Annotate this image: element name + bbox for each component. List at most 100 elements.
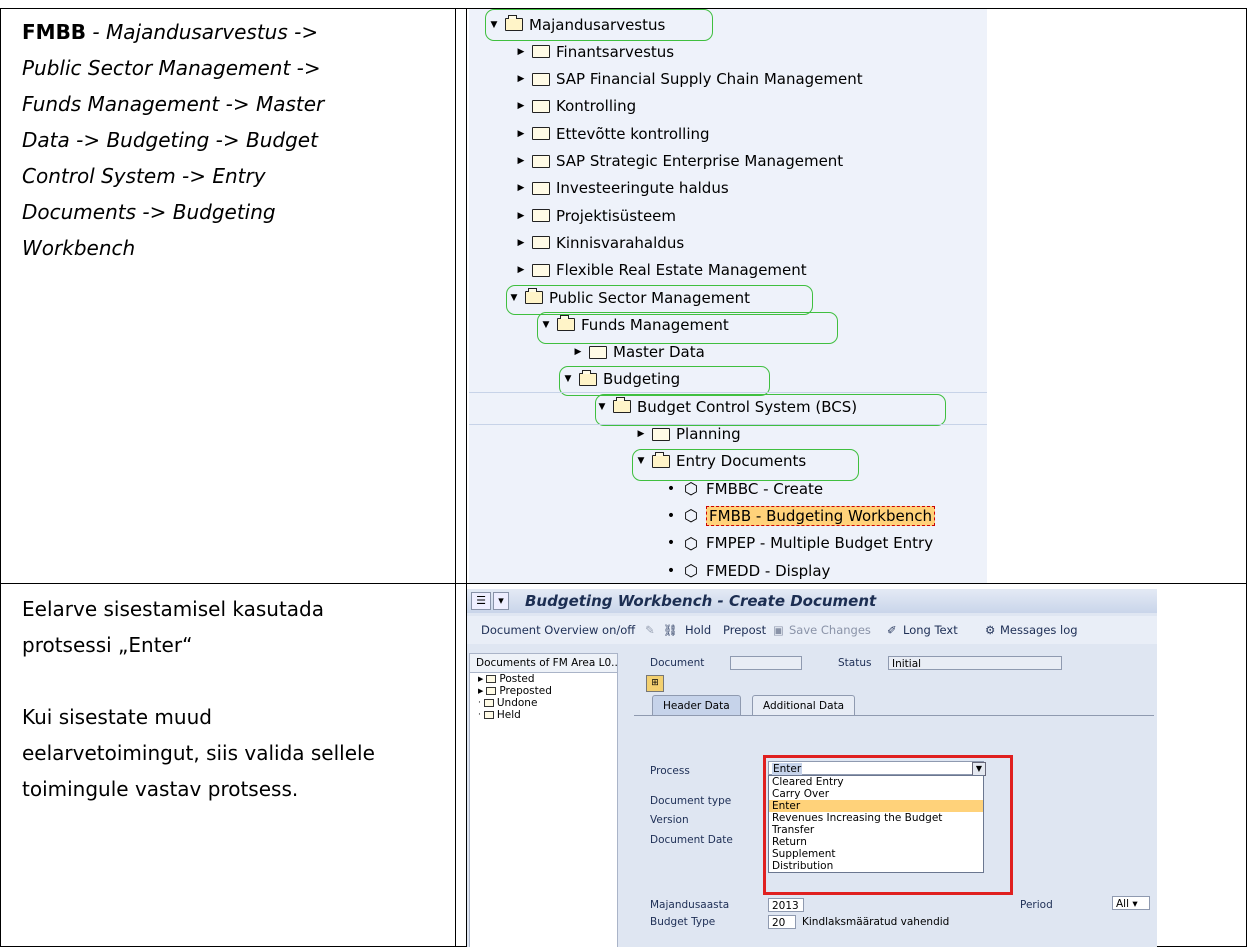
tree-item-held[interactable]: · Held <box>470 709 617 721</box>
collapsed-triangle-icon[interactable]: ▶ <box>571 347 585 357</box>
tree-item-label: Flexible Real Estate Management <box>556 261 807 280</box>
folder-icon <box>532 154 550 168</box>
bullet-icon[interactable]: • <box>664 563 678 579</box>
tab-header-data[interactable]: Header Data <box>652 695 741 716</box>
tree-item-label: Ettevõtte kontrolling <box>556 124 710 143</box>
tree-item-label: FMEDD - Display <box>706 561 831 580</box>
document-overview-button[interactable]: Document Overview on/off <box>481 623 635 637</box>
long-text-button[interactable]: Long Text <box>903 623 958 637</box>
tree-separator <box>469 392 987 393</box>
folder-icon <box>532 99 550 113</box>
folder-icon <box>532 181 550 195</box>
document-type-label: Document type <box>650 795 732 807</box>
path-line-3: Funds Management -> Master <box>22 92 325 116</box>
screen-title: Budgeting Workbench - Create Document <box>525 592 877 610</box>
period-label: Period <box>1020 899 1053 911</box>
collapsed-triangle-icon[interactable]: ▶ <box>514 101 528 111</box>
tree-item[interactable]: ▶ Kinnisvarahaldus <box>514 229 685 256</box>
bullet-icon[interactable]: • <box>664 535 678 551</box>
hold-button[interactable]: Hold <box>685 623 711 637</box>
bullet-icon[interactable]: • <box>664 481 678 497</box>
transaction-code: FMBB <box>22 20 87 44</box>
folder-icon <box>589 345 607 359</box>
folder-icon <box>532 263 550 277</box>
period-value: All <box>1116 898 1130 910</box>
collapsed-triangle-icon[interactable]: ▶ <box>514 129 528 139</box>
tree-item[interactable]: ▶ Finantsarvestus <box>514 38 675 65</box>
folder-icon <box>532 45 550 59</box>
tree-item[interactable]: • ⬡ FMEDD - Display <box>664 557 831 583</box>
tree-item-label: Preposted <box>499 685 552 697</box>
tree-item[interactable]: ▶ Ettevõtte kontrolling <box>514 120 710 147</box>
tree-item[interactable]: ▶ Flexible Real Estate Management <box>514 257 807 284</box>
tree-item-label: SAP Strategic Enterprise Management <box>556 152 844 170</box>
path-line-7: Workbench <box>22 236 136 260</box>
messages-log-icon[interactable]: ⚙ <box>985 623 995 637</box>
collapsed-triangle-icon[interactable]: ▶ <box>514 156 528 166</box>
tree-item[interactable]: • ⬡ FMBB - Budgeting Workbench <box>664 502 936 529</box>
long-text-icon[interactable]: ✐ <box>887 623 897 637</box>
folder-icon <box>652 427 670 441</box>
sap-menu-tree: ▼ Majandusarvestus ▶ Finantsarvestus ▶ SAP Fi… <box>469 9 987 583</box>
tree-item-label: Master Data <box>613 343 705 362</box>
path-line-2: Public Sector Management -> <box>22 56 321 80</box>
tree-item-label: Kinnisvarahaldus <box>556 233 685 252</box>
tree-item-preposted[interactable]: ▶ Preposted <box>470 685 617 697</box>
messages-log-button[interactable]: Messages log <box>1000 623 1078 637</box>
path-line-4: Data -> Budgeting -> Budget <box>22 128 318 152</box>
tree-item[interactable]: ▶ Projektisüsteem <box>514 202 676 229</box>
tree-item-label: Finantsarvestus <box>556 42 675 61</box>
collapsed-triangle-icon[interactable]: ▶ <box>514 238 528 248</box>
green-highlight-oval <box>632 449 859 481</box>
expand-icon[interactable]: ▾ <box>493 592 509 610</box>
collapsed-triangle-icon[interactable]: ▶ <box>514 265 528 275</box>
document-field[interactable] <box>730 656 802 670</box>
budget-type-field[interactable]: 20 <box>768 915 796 929</box>
collapsed-triangle-icon[interactable]: ▶ <box>514 211 528 221</box>
transaction-cube-icon: ⬡ <box>684 561 698 580</box>
table-border-left <box>0 8 1 947</box>
green-highlight-oval <box>506 285 813 315</box>
tab-additional-data[interactable]: Additional Data <box>752 695 856 716</box>
edit-pencil-icon[interactable]: ✎ <box>645 623 655 637</box>
table-row-divider <box>0 583 1247 584</box>
budget-type-label: Budget Type <box>650 916 716 928</box>
bullet-icon[interactable]: • <box>664 508 678 524</box>
process-instructions: Eelarve sisestamisel kasutada protsessi … <box>22 591 442 807</box>
tree-item[interactable]: ▶ SAP Financial Supply Chain Management <box>514 66 863 93</box>
save-changes-button[interactable]: Save Changes <box>789 623 871 637</box>
menu-icon[interactable]: ☰ <box>471 592 491 610</box>
tree-item-label: Kontrolling <box>556 97 637 116</box>
tree-item-label: Undone <box>496 697 538 709</box>
tree-item-posted[interactable]: ▶ Posted <box>470 673 617 685</box>
collapsed-triangle-icon[interactable]: ▶ <box>514 47 528 57</box>
tree-item-undone[interactable]: · Undone <box>470 697 617 709</box>
tree-item-label: Held <box>496 709 521 721</box>
instruction-line-2: protsessi „Enter“ <box>22 633 193 657</box>
collapsed-triangle-icon[interactable]: ▶ <box>514 74 528 84</box>
save-icon[interactable]: ▣ <box>773 623 784 637</box>
collapsed-triangle-icon[interactable]: ▶ <box>634 429 648 439</box>
transaction-cube-icon: ⬡ <box>684 506 698 526</box>
budget-type-text: Kindlaksmääratud vahendid <box>802 916 950 928</box>
menu-path-description: FMBB - Majandusarvestus -> Public Sector… <box>22 14 442 266</box>
fiscal-year-label: Majandusaasta <box>650 899 730 911</box>
create-document-icon[interactable]: ⊞ <box>646 675 664 692</box>
hold-lock-icon[interactable]: ⛓ <box>663 623 678 637</box>
fiscal-year-field[interactable]: 2013 <box>768 898 804 912</box>
tree-item[interactable]: ▶ Kontrolling <box>514 93 637 120</box>
document-main-area: Document Status Initial ⊞ Header Data Ad… <box>622 653 1157 947</box>
collapsed-triangle-icon[interactable]: ▶ <box>514 183 528 193</box>
tree-item[interactable]: • ⬡ FMPEP - Multiple Budget Entry <box>664 530 933 557</box>
tree-item[interactable]: ▶ Investeeringute haldus <box>514 175 729 202</box>
path-line-1: - Majandusarvestus -> <box>86 20 319 44</box>
tab-divider <box>634 715 1154 716</box>
period-select[interactable]: All ▾ <box>1112 896 1150 910</box>
tree-item[interactable]: ▶ SAP Strategic Enterprise Management <box>514 148 844 175</box>
prepost-button[interactable]: Prepost <box>723 623 766 637</box>
status-field: Initial <box>888 656 1062 670</box>
folder-icon <box>532 127 550 141</box>
green-highlight-oval <box>595 394 946 426</box>
folder-icon <box>532 209 550 223</box>
path-line-6: Documents -> Budgeting <box>22 200 276 224</box>
